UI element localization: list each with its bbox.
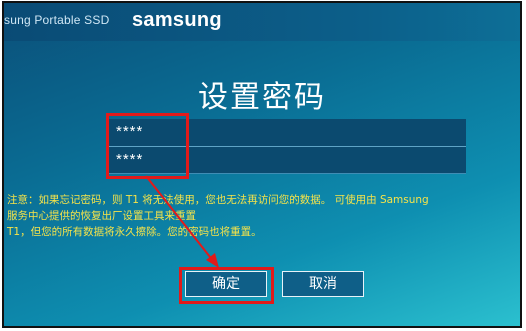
brand-logo: samsung [132,9,222,31]
product-name: sung Portable SSD [4,13,110,27]
app-window: sung Portable SSD samsung 设置密码 **** ****… [2,1,522,328]
warning-notice: 注意：如果忘记密码，则 T1 将无法使用，您也无法再访问您的数据。 可使用由 S… [7,192,520,240]
title-bar: sung Portable SSD samsung [4,3,520,41]
ok-highlight-box [179,267,274,304]
password-highlight-box [106,113,189,179]
notice-line: 注意：如果忘记密码，则 T1 将无法使用，您也无法再访问您的数据。 可使用由 S… [7,194,429,206]
page-title: 设置密码 [198,80,326,115]
notice-line: 服务中心提供的恢复出厂设置工具来重置 [7,210,196,222]
notice-line: T1，但您的所有数据将永久擦除。您的密码也将重置。 [7,226,262,238]
cancel-button[interactable]: 取消 [282,271,364,297]
